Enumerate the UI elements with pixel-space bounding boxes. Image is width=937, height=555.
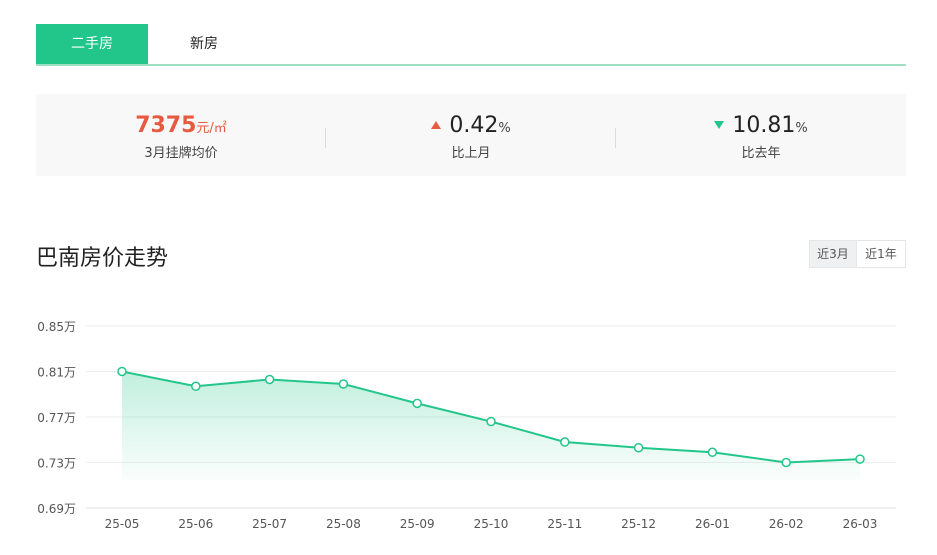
data-point[interactable] — [191, 381, 201, 392]
tab-bar: 二手房 新房 — [36, 24, 906, 66]
data-point[interactable] — [486, 416, 496, 427]
x-tick-label: 25-07 — [252, 517, 287, 531]
data-point[interactable] — [338, 379, 349, 389]
data-point[interactable] — [781, 457, 791, 468]
yoy-stat: 10.81% 比去年 — [616, 94, 906, 176]
data-point[interactable] — [412, 398, 422, 409]
x-tick-label: 25-06 — [178, 517, 213, 531]
x-tick-label: 25-08 — [326, 517, 361, 531]
down-triangle-icon — [714, 120, 725, 129]
x-tick-label: 25-10 — [474, 517, 509, 531]
up-triangle-icon — [431, 120, 442, 129]
yoy-value: 10.81 — [732, 113, 796, 138]
x-tick-label: 26-02 — [769, 517, 804, 531]
yoy-label: 比去年 — [741, 146, 781, 161]
avg-price-value: 7375 — [135, 113, 197, 138]
y-tick-label: 0.77万 — [37, 411, 76, 425]
data-point[interactable] — [560, 437, 570, 447]
x-tick-label: 26-01 — [695, 517, 730, 531]
y-tick-label: 0.85万 — [37, 320, 76, 334]
price-trend-chart: 0.85万 0.81万 0.77万 0.73万 0.69万 25-05 25-06 25-07… — [37, 320, 896, 531]
avg-price-stat: 7375元/㎡ 3月挂牌均价 — [36, 94, 326, 176]
data-point[interactable] — [633, 442, 644, 453]
mom-label: 比上月 — [451, 146, 491, 161]
data-point[interactable] — [264, 374, 275, 385]
avg-price-label: 3月挂牌均价 — [144, 146, 218, 161]
data-point[interactable] — [117, 366, 127, 377]
mom-unit: % — [498, 121, 511, 136]
x-tick-label: 25-11 — [547, 517, 582, 531]
mom-stat: 0.42% 比上月 — [326, 94, 616, 176]
yoy-unit: % — [795, 121, 808, 136]
mom-value: 0.42 — [449, 113, 499, 138]
chart-title: 巴南房价走势 — [36, 246, 169, 271]
x-tick-label: 25-05 — [105, 517, 140, 531]
data-point[interactable] — [855, 454, 865, 464]
x-tick-label: 25-12 — [621, 517, 656, 531]
avg-price-unit: 元/㎡ — [196, 121, 227, 136]
tab-new-house[interactable]: 新房 — [148, 24, 260, 64]
tab-second-hand[interactable]: 二手房 — [36, 24, 148, 64]
x-tick-label: 25-09 — [400, 517, 435, 531]
range-3-months-button[interactable]: 近3月 — [809, 240, 857, 268]
y-tick-label: 0.81万 — [37, 366, 76, 380]
y-tick-label: 0.69万 — [37, 502, 76, 516]
summary-panel: 7375元/㎡ 3月挂牌均价 0.42% 比上月 10.81% 比去年 — [36, 94, 906, 176]
x-tick-label: 26-03 — [843, 517, 878, 531]
data-point[interactable] — [707, 447, 718, 458]
range-1-year-button[interactable]: 近1年 — [856, 240, 906, 268]
y-tick-label: 0.73万 — [37, 457, 76, 471]
